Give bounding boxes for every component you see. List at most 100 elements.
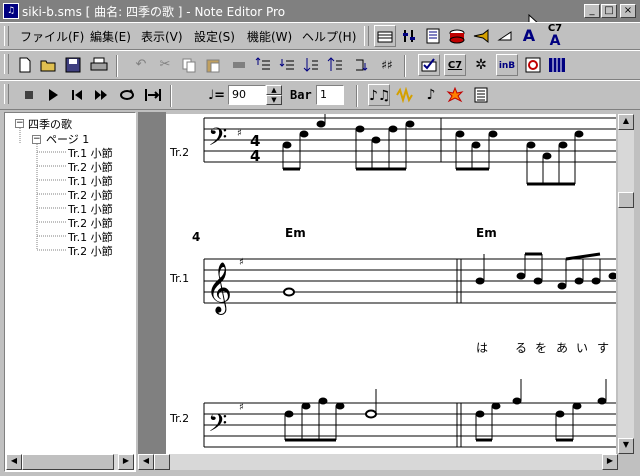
tree-item[interactable]: Tr.2 小節 [68, 243, 113, 259]
staff-middle: 𝄞 ♯ [203, 252, 616, 315]
toolbar-grip[interactable] [364, 26, 369, 46]
toolbar-grip[interactable] [4, 54, 9, 74]
time-sig-bottom: 4 [250, 147, 260, 165]
insert-up-icon[interactable] [252, 54, 274, 76]
paste-icon[interactable] [202, 54, 224, 76]
tree-hscrollbar[interactable]: ◀ ▶ [6, 454, 134, 470]
score-margin [138, 112, 166, 454]
score-view-icon[interactable] [374, 25, 396, 47]
text-a-icon[interactable]: A [518, 25, 540, 47]
staff-bottom: 𝄢 ♯ [203, 379, 616, 448]
lyric-syllable[interactable]: る [515, 341, 527, 355]
lyric-syllable[interactable]: は [476, 341, 488, 355]
volume-icon[interactable] [494, 25, 516, 47]
tempo-input[interactable]: 90 [228, 85, 266, 105]
note-editor-icon[interactable]: ♫ [3, 3, 19, 19]
lyric-syllable[interactable]: す [597, 341, 609, 355]
delete-icon[interactable] [228, 54, 250, 76]
lyric-syllable[interactable]: あ [556, 341, 568, 355]
sharp-sign: ♯ [239, 257, 244, 268]
save-icon[interactable] [62, 54, 84, 76]
brass-icon[interactable] [470, 25, 492, 47]
scroll-right-icon[interactable]: ▶ [118, 454, 134, 470]
waveform-icon[interactable] [394, 84, 416, 106]
score-hscrollbar[interactable]: ◀ ▶ [138, 454, 618, 470]
rewind-start-icon[interactable] [66, 84, 88, 106]
repeat-icon[interactable] [142, 84, 164, 106]
burst-icon[interactable] [444, 84, 466, 106]
drum-icon[interactable] [446, 25, 468, 47]
refresh-icon[interactable] [522, 54, 544, 76]
check-icon[interactable] [418, 54, 440, 76]
toolbar-separator [170, 85, 172, 107]
size-grip[interactable] [618, 454, 634, 470]
bass-clef-icon: 𝄢 [208, 123, 227, 158]
new-file-icon[interactable] [14, 54, 36, 76]
menu-grip[interactable] [4, 26, 9, 46]
scroll-down-icon[interactable]: ▼ [618, 438, 634, 454]
menu-bar: ファイル(F) 編集(E) 表示(V) 設定(S) 機能(W) ヘルプ(H) A… [0, 22, 640, 50]
grid-icon[interactable] [546, 54, 568, 76]
transport-toolbar: ♩= 90 ▲ ▼ Bar 1 ♪♫ ♪ [0, 80, 640, 110]
menu-help[interactable]: ヘルプ(H) [302, 28, 356, 45]
print-icon[interactable] [88, 54, 110, 76]
scroll-thumb[interactable] [618, 192, 634, 208]
loop-icon[interactable] [116, 84, 138, 106]
spin-down-icon[interactable]: ▼ [266, 95, 282, 105]
scroll-right-icon[interactable]: ▶ [602, 454, 618, 470]
list-icon[interactable] [422, 25, 444, 47]
score-svg: 𝄢 ♯ 4 4 𝄞 ♯ 𝄢 ♯ Em Em は る を あ い す [203, 114, 616, 448]
bass-clef-icon: 𝄢 [208, 409, 227, 444]
menu-view[interactable]: 表示(V) [141, 28, 183, 45]
menu-settings[interactable]: 設定(S) [194, 28, 235, 45]
maximize-button[interactable]: □ [601, 4, 617, 18]
menu-file[interactable]: ファイル(F) [20, 28, 84, 45]
lyric-syllable[interactable]: い [576, 341, 588, 355]
play-icon[interactable] [42, 84, 64, 106]
sharp-icon[interactable]: ♯♯ [376, 54, 398, 76]
scroll-left-icon[interactable]: ◀ [138, 454, 154, 470]
fast-forward-icon[interactable] [90, 84, 112, 106]
notes-top [282, 114, 584, 186]
open-folder-icon[interactable] [38, 54, 60, 76]
menu-functions[interactable]: 機能(W) [247, 28, 292, 45]
chord-c7-icon[interactable]: C7 [444, 54, 466, 76]
score-vscrollbar[interactable]: ▲ ▼ [618, 114, 634, 454]
copy-icon[interactable] [178, 54, 200, 76]
undo-icon[interactable]: ↶ [130, 54, 152, 76]
sharp-sign: ♯ [239, 402, 244, 413]
notes-icon[interactable]: ♪♫ [368, 84, 391, 106]
lyric-syllable[interactable]: を [535, 341, 547, 355]
scroll-thumb[interactable] [154, 454, 170, 470]
stop-icon[interactable] [18, 84, 40, 106]
score-canvas[interactable]: 𝄢 ♯ 4 4 𝄞 ♯ 𝄢 ♯ Em Em は る を あ い す [166, 114, 616, 454]
sort-down-icon[interactable] [300, 54, 322, 76]
transpose-icon[interactable] [350, 54, 372, 76]
tempo-label: ♩= [208, 88, 226, 103]
collapse-root-icon[interactable]: − [15, 119, 24, 128]
cut-icon[interactable]: ✂ [154, 54, 176, 76]
jnb-icon[interactable]: inB [496, 54, 518, 76]
scroll-thumb[interactable] [22, 454, 114, 470]
scroll-left-icon[interactable]: ◀ [6, 454, 22, 470]
close-button[interactable]: × [620, 4, 636, 18]
toolbar-grip[interactable] [4, 84, 9, 104]
sort-up-icon[interactable] [324, 54, 346, 76]
menu-edit[interactable]: 編集(E) [90, 28, 131, 45]
bar-input[interactable]: 1 [316, 85, 344, 105]
insert-down-icon[interactable] [276, 54, 298, 76]
collapse-page-icon[interactable]: − [32, 135, 41, 144]
scroll-up-icon[interactable]: ▲ [618, 114, 634, 130]
mixer-icon[interactable] [398, 25, 420, 47]
minimize-button[interactable]: _ [584, 4, 600, 18]
spin-up-icon[interactable]: ▲ [266, 85, 282, 95]
chord-c7-icon[interactable]: C7 A [544, 23, 566, 48]
sparkle-icon[interactable]: ✲ [470, 54, 492, 76]
score-list-icon[interactable] [470, 84, 492, 106]
tempo-spinner[interactable]: ▲ ▼ [266, 85, 282, 105]
toolbar-separator [404, 55, 406, 77]
chord-label[interactable]: Em [285, 226, 306, 240]
tree-root[interactable]: 四季の歌 [28, 116, 72, 132]
chord-label[interactable]: Em [476, 226, 497, 240]
note-pencil-icon[interactable]: ♪ [420, 84, 442, 106]
